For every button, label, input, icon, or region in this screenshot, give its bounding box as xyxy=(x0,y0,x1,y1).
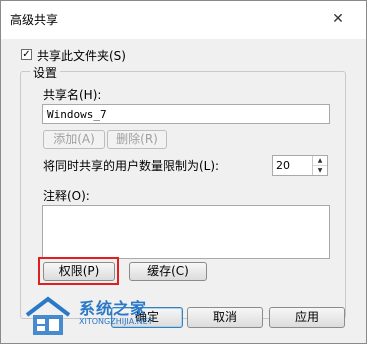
spin-down-icon[interactable]: ▼ xyxy=(313,166,327,175)
spin-up-icon[interactable]: ▲ xyxy=(313,156,327,166)
add-button[interactable]: 添加(A) xyxy=(43,130,105,149)
share-name-label: 共享名(H): xyxy=(43,88,102,102)
advanced-sharing-dialog: 高级共享 ✕ ✓ 共享此文件夹(S) 设置 共享名(H): Windows_7 … xyxy=(0,0,367,344)
share-folder-label[interactable]: 共享此文件夹(S) xyxy=(37,47,126,64)
user-limit-value[interactable]: 20 xyxy=(276,159,290,172)
house-logo-icon xyxy=(25,296,71,335)
share-name-input[interactable]: Windows_7 xyxy=(42,104,330,124)
title-bar: 高级共享 ✕ xyxy=(1,1,366,39)
comment-label: 注释(O): xyxy=(43,189,90,203)
user-limit-spinner[interactable]: 20 ▲ ▼ xyxy=(272,155,328,176)
apply-button[interactable]: 应用 xyxy=(269,307,345,328)
watermark-url: XITONGZHIJIA.NET xyxy=(79,317,153,326)
permissions-highlight-box xyxy=(38,257,119,285)
window-title: 高级共享 xyxy=(10,13,59,27)
settings-group-title: 设置 xyxy=(30,64,61,81)
user-limit-label: 将同时共享的用户数量限制为(L): xyxy=(43,159,220,173)
comment-textarea[interactable] xyxy=(42,205,330,259)
caching-button[interactable]: 缓存(C) xyxy=(129,262,207,281)
share-folder-checkbox[interactable]: ✓ xyxy=(21,49,32,60)
watermark-brand: 系统之家 xyxy=(79,299,148,318)
spinner-arrows[interactable]: ▲ ▼ xyxy=(312,156,327,175)
remove-button[interactable]: 删除(R) xyxy=(107,130,167,149)
cancel-button[interactable]: 取消 xyxy=(187,307,263,328)
close-button[interactable]: ✕ xyxy=(326,9,350,29)
